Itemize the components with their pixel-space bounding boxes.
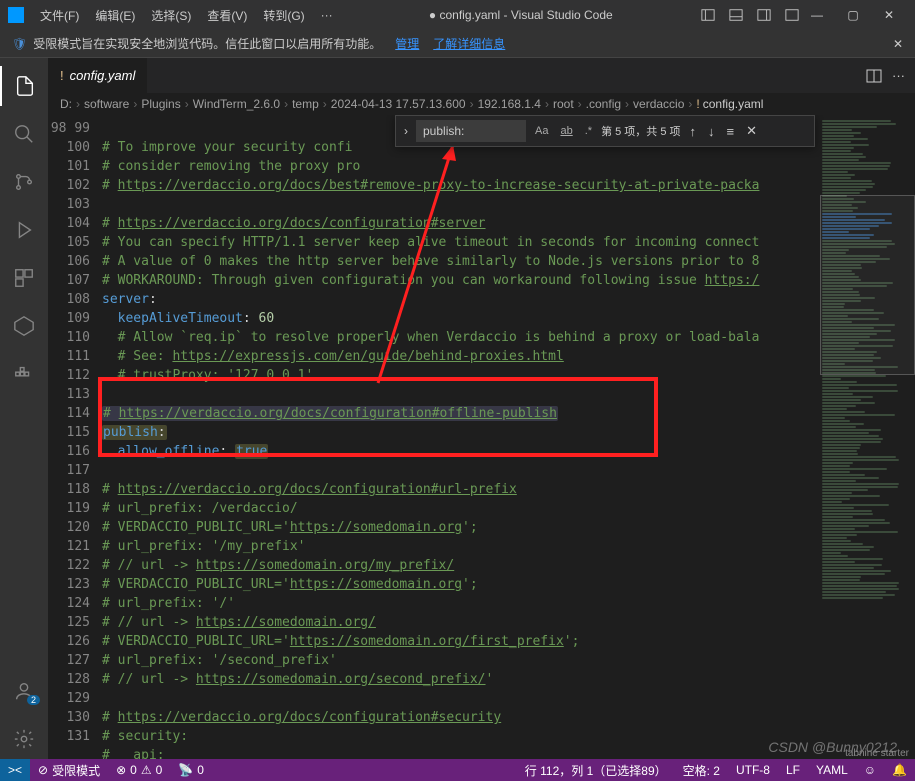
find-regex-icon[interactable]: .* [582, 124, 595, 138]
crumb[interactable]: 2024-04-13 17.57.13.600 [331, 97, 466, 111]
status-encoding[interactable]: UTF-8 [728, 762, 778, 779]
banner-close-icon[interactable]: ✕ [893, 37, 903, 51]
account-badge: 2 [27, 695, 40, 705]
crumb[interactable]: Plugins [141, 97, 180, 111]
menu-goto[interactable]: 转到(G) [255, 7, 312, 24]
restricted-mode-banner: 🛡 受限模式旨在实现安全地浏览代码。信任此窗口以启用所有功能。 管理 了解详细信… [0, 30, 915, 58]
layout-icon[interactable] [785, 8, 799, 22]
crumb[interactable]: temp [292, 97, 319, 111]
banner-learn-link[interactable]: 了解详细信息 [433, 35, 505, 52]
modified-icon: ! [60, 68, 64, 83]
menu-view[interactable]: 查看(V) [199, 7, 255, 24]
status-bell-icon[interactable]: 🔔 [884, 762, 915, 779]
activity-debug[interactable] [0, 210, 48, 250]
menu-file[interactable]: 文件(F) [32, 7, 87, 24]
menu-edit[interactable]: 编辑(E) [87, 7, 143, 24]
activity-bar: 2 [0, 58, 48, 759]
layout-controls [701, 8, 799, 22]
crumb[interactable]: software [84, 97, 129, 111]
restricted-icon: ⊘ [38, 763, 48, 777]
code-area[interactable]: 98 99 100 101 102 103 104 105 106 107 10… [48, 115, 915, 759]
shield-icon: 🛡 [12, 37, 27, 51]
tab-bar: ! config.yaml ··· [48, 58, 915, 93]
activity-explorer[interactable] [0, 66, 48, 106]
minimap[interactable]: /* placeholder for mm lines generated be… [820, 115, 915, 759]
banner-text: 受限模式旨在实现安全地浏览代码。信任此窗口以启用所有功能。 [33, 35, 381, 52]
tab-more-icon[interactable]: ··· [892, 68, 905, 84]
minimize-button[interactable]: — [799, 8, 835, 22]
status-ports[interactable]: 📡0 [170, 763, 212, 777]
maximize-button[interactable]: ▢ [835, 8, 871, 22]
menu-more[interactable]: ··· [313, 8, 341, 22]
status-eol[interactable]: LF [778, 762, 808, 779]
find-selection-icon[interactable]: ≡ [724, 124, 738, 139]
activity-search[interactable] [0, 114, 48, 154]
menu-selection[interactable]: 选择(S) [143, 7, 199, 24]
find-toggle-replace-icon[interactable]: › [402, 124, 410, 138]
status-indent[interactable]: 空格: 2 [675, 762, 728, 779]
activity-account[interactable]: 2 [0, 671, 48, 711]
tab-filename: config.yaml [70, 68, 136, 83]
status-feedback-icon[interactable]: ☺ [856, 762, 884, 779]
close-button[interactable]: ✕ [871, 8, 907, 22]
find-input[interactable] [416, 120, 526, 142]
crumb[interactable]: .config [586, 97, 621, 111]
crumb[interactable]: WindTerm_2.6.0 [193, 97, 280, 111]
status-problems[interactable]: ⊗0 ⚠0 [108, 763, 170, 777]
activity-scm[interactable] [0, 162, 48, 202]
activity-settings[interactable] [0, 719, 48, 759]
find-counter: 第 5 项，共 5 项 [601, 123, 680, 139]
crumb[interactable]: verdaccio [633, 97, 684, 111]
status-cursor[interactable]: 行 112，列 1（已选择89） [517, 762, 675, 779]
vscode-icon [8, 7, 24, 23]
status-lang[interactable]: YAML [808, 762, 856, 779]
tab-config-yaml[interactable]: ! config.yaml [48, 58, 148, 93]
crumb[interactable]: 192.168.1.4 [478, 97, 541, 111]
find-wholeword-icon[interactable]: ab [557, 124, 575, 138]
activity-tabnine[interactable] [0, 306, 48, 346]
status-restricted[interactable]: ⊘ 受限模式 [30, 762, 108, 779]
yaml-file-icon: ! [696, 97, 699, 111]
panel-bottom-icon[interactable] [729, 8, 743, 22]
find-widget[interactable]: › Aa ab .* 第 5 项，共 5 项 ↑ ↓ ≡ ✕ [395, 115, 815, 147]
tabnine-badge: tabnine starter [845, 748, 909, 759]
panel-right-icon[interactable] [757, 8, 771, 22]
status-remote[interactable]: >< [0, 759, 30, 781]
line-numbers: 98 99 100 101 102 103 104 105 106 107 10… [48, 115, 102, 759]
banner-manage-link[interactable]: 管理 [395, 35, 419, 52]
split-editor-icon[interactable] [866, 68, 882, 84]
breadcrumb[interactable]: D:› software› Plugins› WindTerm_2.6.0› t… [48, 93, 915, 115]
activity-extensions[interactable] [0, 258, 48, 298]
find-close-icon[interactable]: ✕ [743, 123, 760, 139]
find-prev-icon[interactable]: ↑ [687, 124, 700, 139]
find-case-icon[interactable]: Aa [532, 124, 551, 138]
editor-group: ! config.yaml ··· D:› software› Plugins›… [48, 58, 915, 759]
title-bar: 文件(F) 编辑(E) 选择(S) 查看(V) 转到(G) ··· ● conf… [0, 0, 915, 30]
crumb-file[interactable]: config.yaml [703, 97, 764, 111]
find-next-icon[interactable]: ↓ [705, 124, 718, 139]
status-bar: >< ⊘ 受限模式 ⊗0 ⚠0 📡0 行 112，列 1（已选择89） 空格: … [0, 759, 915, 781]
window-title: ● config.yaml - Visual Studio Code [341, 8, 701, 22]
code-content[interactable]: # To improve your security confi # consi… [102, 115, 820, 759]
panel-left-icon[interactable] [701, 8, 715, 22]
activity-docker[interactable] [0, 354, 48, 394]
crumb[interactable]: root [553, 97, 574, 111]
crumb[interactable]: D: [60, 97, 72, 111]
